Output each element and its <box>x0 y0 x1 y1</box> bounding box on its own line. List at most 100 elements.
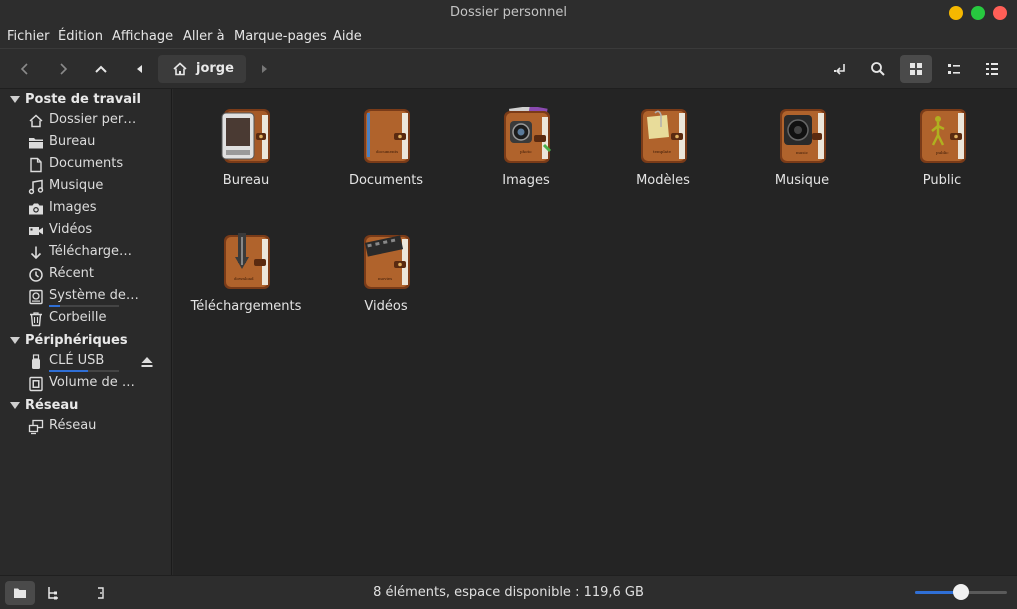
drive-icon <box>29 289 43 305</box>
download-icon <box>30 246 42 260</box>
file-name: Bureau <box>222 173 270 188</box>
toggle-location-button[interactable] <box>825 55 855 83</box>
sidebar-item-musique[interactable]: Musique <box>0 176 172 198</box>
sidebar-item-label: Récent <box>49 266 94 281</box>
sidebar-item-label: Volume de … <box>49 375 135 390</box>
document-icon <box>30 157 42 173</box>
path-right-icon <box>262 65 267 73</box>
trash-icon <box>30 312 42 327</box>
minimize-button[interactable] <box>949 6 963 20</box>
drive-icon <box>29 376 43 392</box>
sidebar-section-title: Réseau <box>25 398 79 413</box>
sidebar-item-cle-usb[interactable]: CLÉ USB <box>0 351 172 373</box>
file-name: Vidéos <box>364 299 408 314</box>
up-icon <box>95 65 107 73</box>
svg-text:template: template <box>653 149 672 154</box>
forward-button[interactable] <box>48 55 78 83</box>
sidebar: Poste de travail Dossier per… Bureau Doc… <box>0 89 172 575</box>
sidebar-item-systeme-de-fichiers[interactable]: Système de… <box>0 286 172 308</box>
close-button[interactable] <box>993 6 1007 20</box>
sidebar-item-label: Télécharge… <box>49 244 133 259</box>
expander-icon <box>10 337 20 344</box>
folder-templates-icon: template <box>641 109 687 163</box>
sidebar-item-label: CLÉ USB <box>49 353 105 368</box>
sidebar-item-corbeille[interactable]: Corbeille <box>0 308 172 330</box>
zoom-slider-handle[interactable] <box>953 584 969 600</box>
folder-videos-icon: movies <box>364 235 410 289</box>
search-icon <box>871 62 885 76</box>
file-name: Musique <box>774 173 830 188</box>
sidebar-item-recent[interactable]: Récent <box>0 264 172 286</box>
toolbar: jorge <box>0 48 1017 89</box>
path-label: jorge <box>196 61 234 76</box>
file-item-documents[interactable]: documents Documents <box>322 107 450 217</box>
eject-icon[interactable] <box>140 355 154 369</box>
sidebar-item-label: Dossier per… <box>49 112 137 127</box>
sidebar-item-images[interactable]: Images <box>0 198 172 220</box>
sidebar-item-telechargements[interactable]: Télécharge… <box>0 242 172 264</box>
file-item-telechargements[interactable]: download Téléchargements <box>182 233 310 343</box>
file-name: Modèles <box>636 173 690 188</box>
path-scroll-left-button[interactable] <box>126 55 154 83</box>
file-item-modeles[interactable]: template Modèles <box>599 107 727 217</box>
file-view[interactable]: Bureau documents Documents photo Images … <box>173 89 1017 575</box>
menu-affichage[interactable]: Affichage <box>112 29 173 44</box>
path-button-home[interactable]: jorge <box>158 55 246 83</box>
icon-view-button[interactable] <box>900 55 932 83</box>
file-name: Public <box>922 173 962 188</box>
file-item-videos[interactable]: movies Vidéos <box>322 233 450 343</box>
back-icon <box>20 63 28 75</box>
sidebar-section-reseau[interactable]: Réseau <box>0 396 172 416</box>
sidebar-item-bureau[interactable]: Bureau <box>0 132 172 154</box>
folder-pictures-icon: photo <box>504 107 552 163</box>
sidebar-item-reseau[interactable]: Réseau <box>0 416 172 438</box>
file-item-musique[interactable]: music Musique <box>738 107 866 217</box>
usb-icon <box>32 354 40 369</box>
maximize-button[interactable] <box>971 6 985 20</box>
svg-text:photo: photo <box>520 149 532 154</box>
toggle-location-icon <box>834 64 845 75</box>
sidebar-item-videos[interactable]: Vidéos <box>0 220 172 242</box>
status-bar: 8 éléments, espace disponible : 119,6 GB <box>0 575 1017 609</box>
sidebar-section-title: Poste de travail <box>25 92 141 107</box>
sidebar-item-label: Documents <box>49 156 124 171</box>
forward-icon <box>60 63 68 75</box>
file-name: Images <box>502 173 550 188</box>
network-icon <box>28 419 44 435</box>
list-view-button[interactable] <box>939 55 969 83</box>
menu-bar: Fichier Édition Affichage Aller à Marque… <box>0 26 1017 48</box>
folder-desktop-icon <box>221 109 270 163</box>
svg-text:public: public <box>936 150 949 155</box>
home-icon <box>29 114 43 128</box>
video-icon <box>29 227 43 235</box>
sidebar-item-dossier-personnel[interactable]: Dossier per… <box>0 110 172 132</box>
compact-view-button[interactable] <box>977 55 1007 83</box>
path-scroll-right-button[interactable] <box>250 55 278 83</box>
sidebar-item-label: Corbeille <box>49 310 107 325</box>
file-item-bureau[interactable]: Bureau <box>182 107 310 217</box>
folder-public-icon: public <box>920 109 966 163</box>
menu-fichier[interactable]: Fichier <box>7 29 50 44</box>
menu-aller[interactable]: Aller à <box>183 29 225 44</box>
disk-usage-bar <box>49 305 119 307</box>
sidebar-section-poste-de-travail[interactable]: Poste de travail <box>0 90 172 110</box>
sidebar-item-label: Musique <box>49 178 104 193</box>
svg-text:movies: movies <box>378 276 392 281</box>
sidebar-item-documents[interactable]: Documents <box>0 154 172 176</box>
back-button[interactable] <box>10 55 40 83</box>
menu-edition[interactable]: Édition <box>58 29 103 44</box>
folder-icon <box>29 138 43 149</box>
up-button[interactable] <box>86 55 116 83</box>
sidebar-item-label: Système de… <box>49 288 139 303</box>
file-item-public[interactable]: public Public <box>878 107 1006 217</box>
zoom-slider[interactable] <box>915 584 1007 600</box>
sidebar-section-peripheriques[interactable]: Périphériques <box>0 331 172 351</box>
menu-marque-pages[interactable]: Marque-pages <box>234 29 327 44</box>
sidebar-item-volume[interactable]: Volume de … <box>0 373 172 395</box>
folder-documents-icon: documents <box>364 109 410 163</box>
file-item-images[interactable]: photo Images <box>462 107 590 217</box>
disk-usage-bar <box>49 370 119 372</box>
sidebar-item-label: Vidéos <box>49 222 93 237</box>
menu-aide[interactable]: Aide <box>333 29 362 44</box>
search-button[interactable] <box>863 55 893 83</box>
